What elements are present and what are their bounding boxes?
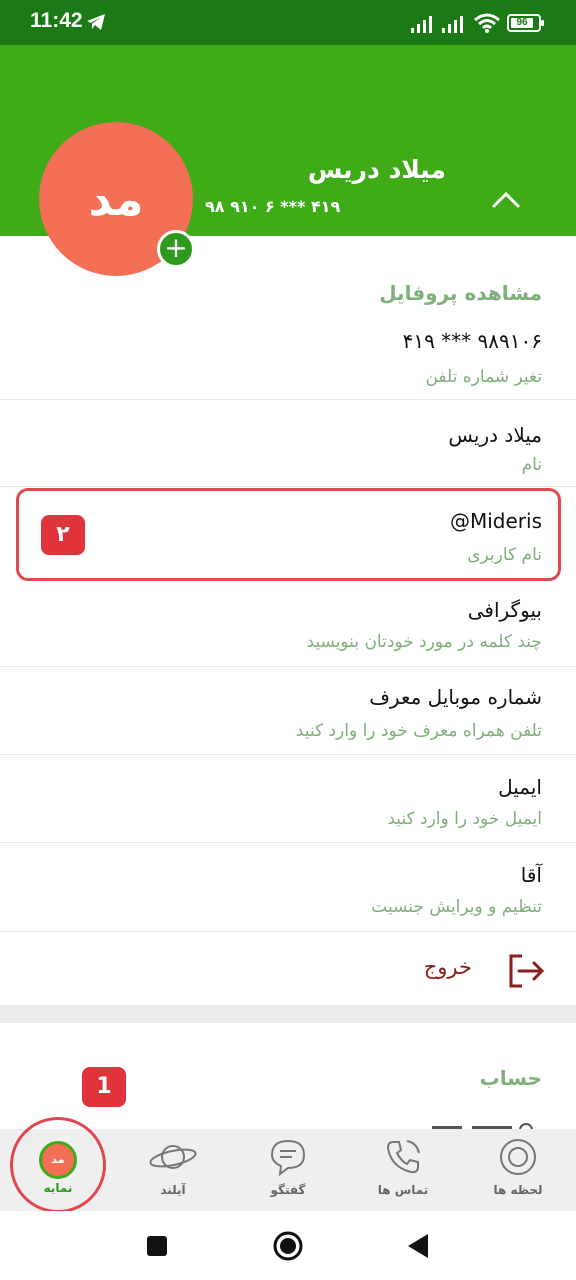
- signal-icon: [442, 16, 463, 33]
- logout-button[interactable]: خروج: [424, 955, 472, 979]
- battery-level: 96: [511, 18, 533, 28]
- status-bar: 11:42 96: [0, 0, 576, 45]
- signal-icon: [411, 16, 432, 33]
- battery-icon: 96: [507, 14, 544, 32]
- bio-value[interactable]: بیوگرافی: [468, 598, 542, 622]
- step-badge-2: ۲: [41, 515, 85, 555]
- nav-item-calls[interactable]: تماس ها: [353, 1137, 453, 1197]
- highlight-box-username: [16, 488, 561, 581]
- back-icon[interactable]: [406, 1233, 430, 1259]
- planet-icon: [149, 1145, 197, 1169]
- wifi-icon: [474, 13, 500, 33]
- calls-icon: [386, 1140, 420, 1174]
- section-title-view-profile: مشاهده پروفایل: [379, 281, 542, 305]
- telegram-icon: [87, 14, 105, 30]
- divider: [0, 842, 576, 843]
- nav-label-calls: تماس ها: [377, 1183, 429, 1197]
- divider: [0, 399, 576, 400]
- section-title-account: حساب: [479, 1066, 542, 1090]
- phone-hint: تغیر شماره تلفن: [425, 367, 542, 387]
- username-value[interactable]: @Mideris: [450, 509, 542, 533]
- gender-value[interactable]: آقا: [521, 863, 542, 887]
- name-hint: نام: [521, 455, 542, 475]
- chevron-up-icon[interactable]: [490, 188, 522, 212]
- home-icon[interactable]: [273, 1231, 303, 1261]
- divider: [0, 486, 576, 487]
- moments-icon: [500, 1139, 536, 1175]
- section-separator: [0, 1005, 576, 1023]
- divider: [0, 931, 576, 932]
- username-hint: نام کاربری: [467, 545, 542, 565]
- nav-label-chat: گفتگو: [270, 1183, 306, 1197]
- system-navigation: [0, 1211, 576, 1280]
- gender-hint: تنظیم و ویرایش جنسیت: [371, 897, 542, 917]
- logout-icon[interactable]: [506, 953, 546, 989]
- nav-item-moments[interactable]: لحظه ها: [468, 1137, 568, 1197]
- recents-icon[interactable]: [146, 1235, 168, 1257]
- referrer-hint: تلفن همراه معرف خود را وارد کنید: [295, 721, 542, 741]
- divider: [0, 666, 576, 667]
- email-value[interactable]: ایمیل: [498, 775, 542, 799]
- nav-label-island: آیلند: [160, 1183, 186, 1197]
- nav-item-chat[interactable]: گفتگو: [238, 1137, 338, 1197]
- step-badge-1: 1: [82, 1067, 126, 1107]
- name-value[interactable]: میلاد دریس: [448, 423, 542, 447]
- profile-phone: ۹۸ ۹۱۰ ۶ *** ۴۱۹: [205, 197, 341, 216]
- referrer-value[interactable]: شماره موبایل معرف: [369, 685, 542, 709]
- chat-icon: [270, 1139, 306, 1177]
- add-photo-button[interactable]: +: [157, 230, 195, 268]
- profile-name: میلاد دریس: [307, 155, 446, 184]
- divider: [0, 754, 576, 755]
- phone-value[interactable]: ۹۸۹۱۰۶ *** ۴۱۹: [403, 329, 542, 353]
- email-hint: ایمیل خود را وارد کنید: [387, 809, 542, 829]
- highlight-circle-profile: [10, 1117, 106, 1213]
- status-time: 11:42: [30, 9, 83, 32]
- bio-hint: چند کلمه در مورد خودتان بنویسید: [306, 632, 542, 652]
- nav-item-island[interactable]: آیلند: [123, 1137, 223, 1197]
- nav-label-moments: لحظه ها: [493, 1183, 543, 1197]
